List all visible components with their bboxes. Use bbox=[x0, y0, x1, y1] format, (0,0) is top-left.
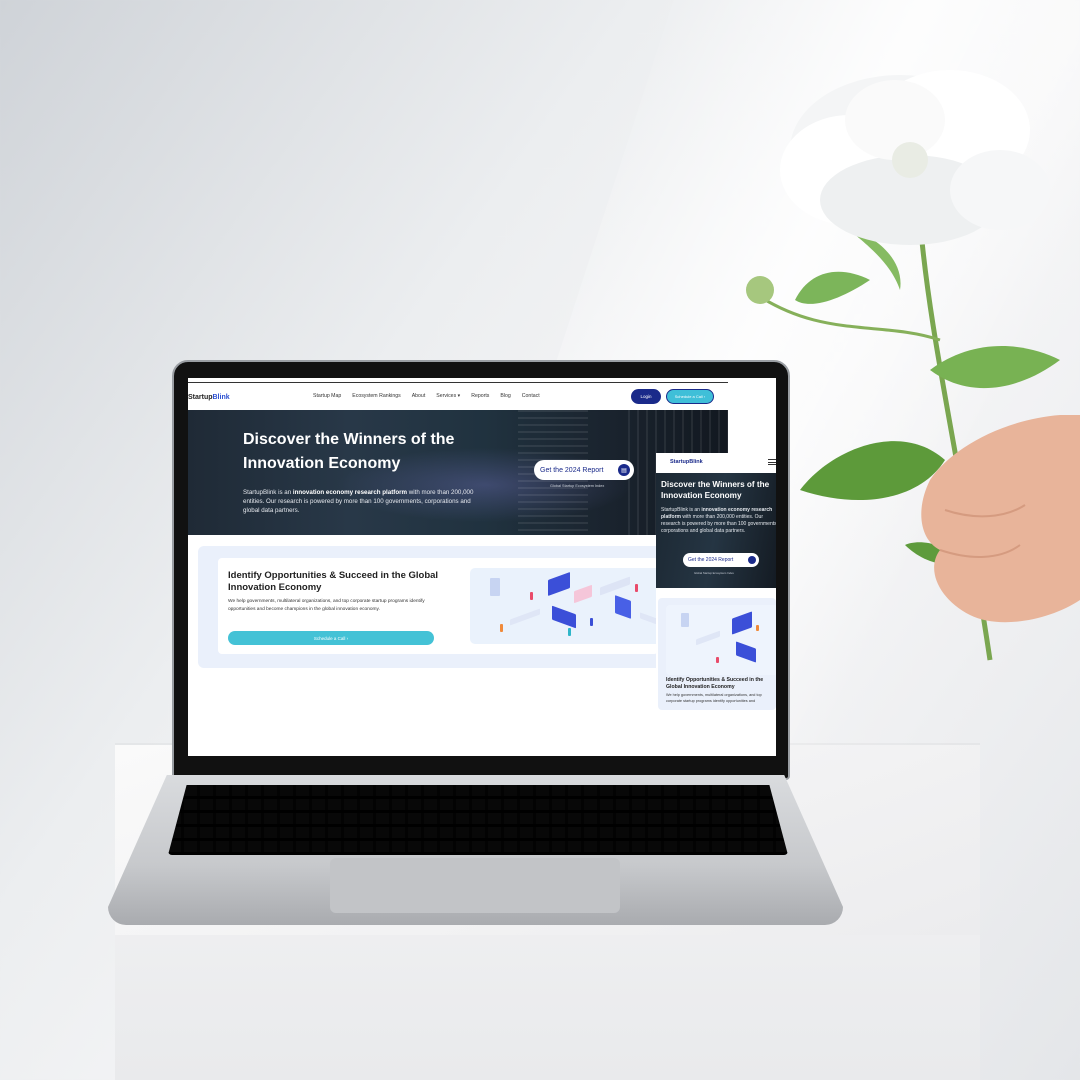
schedule-call-cta[interactable]: Schedule a Call › bbox=[228, 631, 434, 645]
logo-part-blink: Blink bbox=[212, 393, 230, 401]
services-title: Identify Opportunities & Succeed in the … bbox=[228, 570, 439, 593]
nav-item-contact[interactable]: Contact bbox=[522, 393, 540, 399]
services-description: We help governments, multilateral organi… bbox=[228, 599, 425, 612]
laptop-keyboard bbox=[168, 785, 788, 855]
nav-item-about[interactable]: About bbox=[412, 393, 426, 399]
document-icon: ▤ bbox=[618, 464, 630, 476]
flower-bud bbox=[746, 276, 774, 304]
nav-item-startup-map[interactable]: Startup Map bbox=[313, 393, 341, 399]
hero-description: StartupBlink is an innovation economy re… bbox=[243, 488, 483, 515]
top-divider bbox=[188, 382, 728, 383]
get-report-label: Get the 2024 Report bbox=[540, 466, 604, 474]
nav-item-blog[interactable]: Blog bbox=[500, 393, 510, 399]
hero-title: Discover the Winners of the Innovation E… bbox=[243, 431, 455, 472]
get-report-button[interactable]: Get the 2024 Report ▤ bbox=[534, 460, 634, 480]
mobile-logo[interactable]: StartupBlink bbox=[670, 459, 703, 465]
report-subtitle: Global Startup Ecosystem Index bbox=[550, 484, 605, 488]
desktop-navbar: StartupBlink Startup Map Ecosystem Ranki… bbox=[188, 386, 728, 408]
nav-item-services[interactable]: Services ▾ bbox=[436, 393, 460, 399]
nav-item-services-label: Services bbox=[436, 393, 457, 399]
laptop-trackpad bbox=[330, 858, 620, 913]
hero-banner: Discover the Winners of the Innovation E… bbox=[188, 410, 728, 535]
logo-part-startup: Startup bbox=[188, 393, 213, 401]
hero-desc-prefix: StartupBlink is an bbox=[243, 489, 293, 496]
nav-menu: Startup Map Ecosystem Rankings About Ser… bbox=[313, 393, 540, 399]
mobile-services-description: We help governments, multilateral organi… bbox=[666, 693, 762, 703]
chevron-down-icon: ▾ bbox=[457, 393, 461, 399]
nav-item-ecosystem-rankings[interactable]: Ecosystem Rankings bbox=[352, 393, 400, 399]
hero-desc-bold: innovation economy research platform bbox=[292, 489, 408, 496]
services-section: Identify Opportunities & Succeed in the … bbox=[198, 546, 670, 668]
peony-flower bbox=[746, 70, 1080, 661]
hand bbox=[921, 415, 1080, 623]
services-card: Identify Opportunities & Succeed in the … bbox=[218, 558, 670, 654]
mobile-desc-prefix: StartupBlink is an bbox=[661, 507, 702, 513]
isometric-illustration bbox=[470, 568, 670, 644]
startupblink-logo[interactable]: StartupBlink bbox=[188, 394, 230, 401]
nav-item-reports[interactable]: Reports bbox=[471, 393, 489, 399]
petals bbox=[780, 70, 1050, 245]
login-button[interactable]: Login bbox=[631, 389, 661, 404]
